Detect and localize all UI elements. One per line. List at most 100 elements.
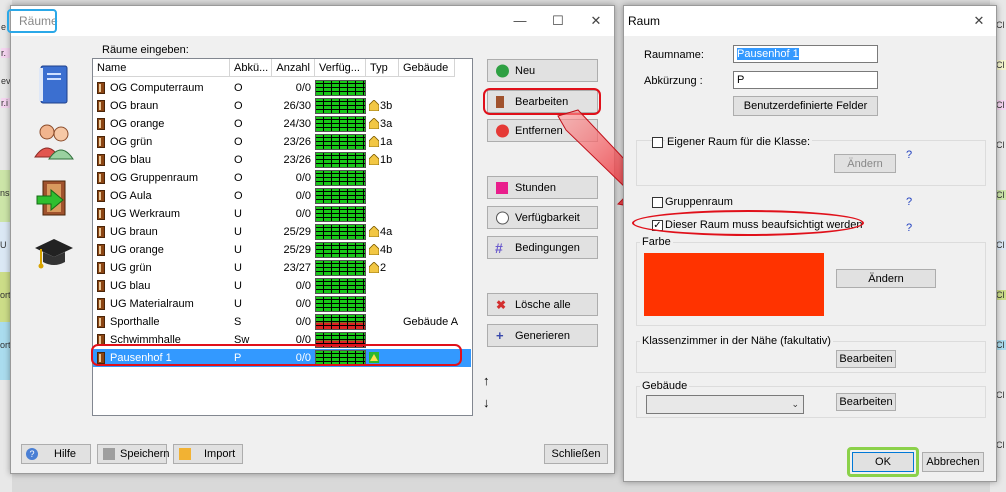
table-row[interactable]: Sporthalle S 0/0 Gebäude A — [93, 313, 471, 331]
cell-typ — [380, 187, 398, 205]
table-row[interactable]: OG Computerraum O 0/0 — [93, 79, 471, 97]
book-icon[interactable] — [37, 64, 71, 106]
column-header-typ[interactable]: Typ — [366, 59, 399, 77]
beaufsichtigt-checkbox[interactable]: ✓ — [652, 220, 663, 231]
cell-anzahl: 26/30 — [283, 100, 311, 112]
gebaeude-select[interactable]: ⌄ — [646, 395, 804, 414]
cell-gebaeude — [403, 169, 463, 187]
table-row[interactable]: OG Aula O 0/0 — [93, 187, 471, 205]
table-row[interactable]: OG braun O 26/30 3b — [93, 97, 471, 115]
cell-name: Pausenhof 1 — [110, 352, 172, 364]
cell-anzahl: 0/0 — [295, 316, 311, 328]
schliessen-button[interactable]: Schließen — [544, 444, 608, 464]
table-row[interactable]: UG Werkraum U 0/0 — [93, 205, 471, 223]
table-row[interactable]: UG grün U 23/27 2 — [93, 259, 471, 277]
gruppenraum-checkbox[interactable] — [652, 197, 663, 208]
column-header-abkuerzung[interactable]: Abkü... — [230, 59, 272, 77]
door-icon — [97, 136, 105, 148]
column-header-gebaeude[interactable]: Gebäude — [399, 59, 455, 77]
cell-typ — [380, 295, 398, 313]
eigener-raum-aendern-button[interactable]: Ändern — [834, 154, 896, 173]
cell-name: OG Computerraum — [110, 82, 204, 94]
room-door-icon[interactable] — [35, 178, 75, 218]
warning-icon — [369, 352, 379, 363]
speichern-button[interactable]: Speichern — [97, 444, 170, 464]
cell-typ — [380, 169, 398, 187]
table-row[interactable]: UG braun U 25/29 4a — [93, 223, 471, 241]
gebaeude-bearbeiten-button[interactable]: Bearbeiten — [836, 393, 896, 411]
cell-anzahl: 25/29 — [283, 226, 311, 238]
cell-typ: 3b — [380, 100, 393, 112]
table-row[interactable]: OG Gruppenraum O 0/0 — [93, 169, 471, 187]
cell-typ: 3a — [380, 118, 393, 130]
table-row[interactable]: Schwimmhalle Sw 0/0 — [93, 331, 471, 349]
cell-anzahl: 0/0 — [295, 298, 311, 310]
cell-name: Sporthalle — [110, 316, 160, 328]
eigener-raum-checkbox[interactable] — [652, 137, 663, 148]
generieren-button[interactable]: + Generieren — [487, 324, 598, 347]
door-icon — [496, 95, 504, 108]
farbe-aendern-button[interactable]: Ändern — [836, 269, 936, 288]
hours-icon — [496, 181, 508, 194]
abkuerzung-input[interactable]: P — [733, 71, 878, 89]
availability-grid — [315, 278, 366, 294]
table-row[interactable]: UG orange U 25/29 4b — [93, 241, 471, 259]
generate-icon: + — [496, 327, 504, 343]
graduation-cap-icon[interactable] — [33, 234, 75, 274]
minimize-icon[interactable]: — — [505, 10, 535, 32]
close-icon[interactable]: ✕ — [581, 10, 611, 32]
availability-grid — [315, 296, 366, 312]
ok-highlight — [847, 447, 919, 477]
table-row[interactable]: OG grün O 23/26 1a — [93, 133, 471, 151]
cell-name: OG Gruppenraum — [110, 172, 199, 184]
availability-grid — [315, 80, 366, 96]
column-header-name[interactable]: Name — [93, 59, 230, 77]
cell-gebaeude — [403, 295, 463, 313]
raumname-input[interactable]: Pausenhof 1 — [733, 45, 878, 63]
benutzerdefinierte-felder-button[interactable]: Benutzerdefinierte Felder — [733, 96, 878, 116]
cell-gebaeude — [403, 133, 463, 151]
cell-name: UG Werkraum — [110, 208, 181, 220]
table-row[interactable]: UG blau U 0/0 — [93, 277, 471, 295]
farbe-swatch[interactable] — [644, 253, 824, 316]
import-button[interactable]: Import — [173, 444, 243, 464]
cell-gebaeude: Gebäude A — [403, 316, 459, 328]
hilfe-button[interactable]: ? Hilfe — [21, 444, 91, 464]
move-down-icon[interactable]: ↓ — [483, 395, 490, 410]
cell-abkuerzung: O — [234, 154, 243, 166]
teachers-icon[interactable] — [33, 121, 75, 161]
help-mark-eigener-raum[interactable]: ? — [906, 149, 912, 161]
neu-button[interactable]: Neu — [487, 59, 598, 82]
table-row[interactable]: UG Materialraum U 0/0 — [93, 295, 471, 313]
abbrechen-button[interactable]: Abbrechen — [922, 452, 984, 472]
close-icon[interactable]: ✕ — [964, 10, 994, 32]
cell-anzahl: 0/0 — [295, 208, 311, 220]
cell-typ: 4b — [380, 244, 393, 256]
help-mark-gruppenraum[interactable]: ? — [906, 196, 912, 208]
help-mark-beaufsichtigt[interactable]: ? — [906, 222, 912, 234]
move-up-icon[interactable]: ↑ — [483, 373, 490, 388]
door-icon — [97, 190, 105, 202]
klassenzimmer-bearbeiten-button[interactable]: Bearbeiten — [836, 350, 896, 368]
cell-abkuerzung: O — [234, 136, 243, 148]
cell-name: OG grün — [110, 136, 153, 148]
loesche-alle-button[interactable]: ✖ Lösche alle — [487, 293, 598, 316]
maximize-icon[interactable]: ☐ — [543, 10, 573, 32]
table-row[interactable]: Pausenhof 1 P 0/0 — [93, 349, 471, 367]
column-header-anzahl[interactable]: Anzahl — [272, 59, 315, 77]
door-icon — [97, 280, 105, 292]
table-row[interactable]: OG orange O 24/30 3a — [93, 115, 471, 133]
bg-cell: Cl — [996, 440, 1005, 450]
column-header-verfuegbarkeit[interactable]: Verfüg... — [315, 59, 366, 77]
bedingungen-button[interactable]: # Bedingungen — [487, 236, 598, 259]
house-icon — [369, 262, 379, 273]
availability-grid — [315, 314, 366, 330]
table-row[interactable]: OG blau O 23/26 1b — [93, 151, 471, 169]
raum-titlebar: Raum ✕ — [624, 6, 996, 36]
bg-cell: Cl — [996, 390, 1005, 400]
rooms-table[interactable]: Name Abkü... Anzahl Verfüg... Typ Gebäud… — [92, 58, 473, 416]
minus-icon — [496, 124, 509, 137]
door-icon — [97, 82, 105, 94]
cell-abkuerzung: O — [234, 190, 243, 202]
availability-grid — [315, 152, 366, 168]
